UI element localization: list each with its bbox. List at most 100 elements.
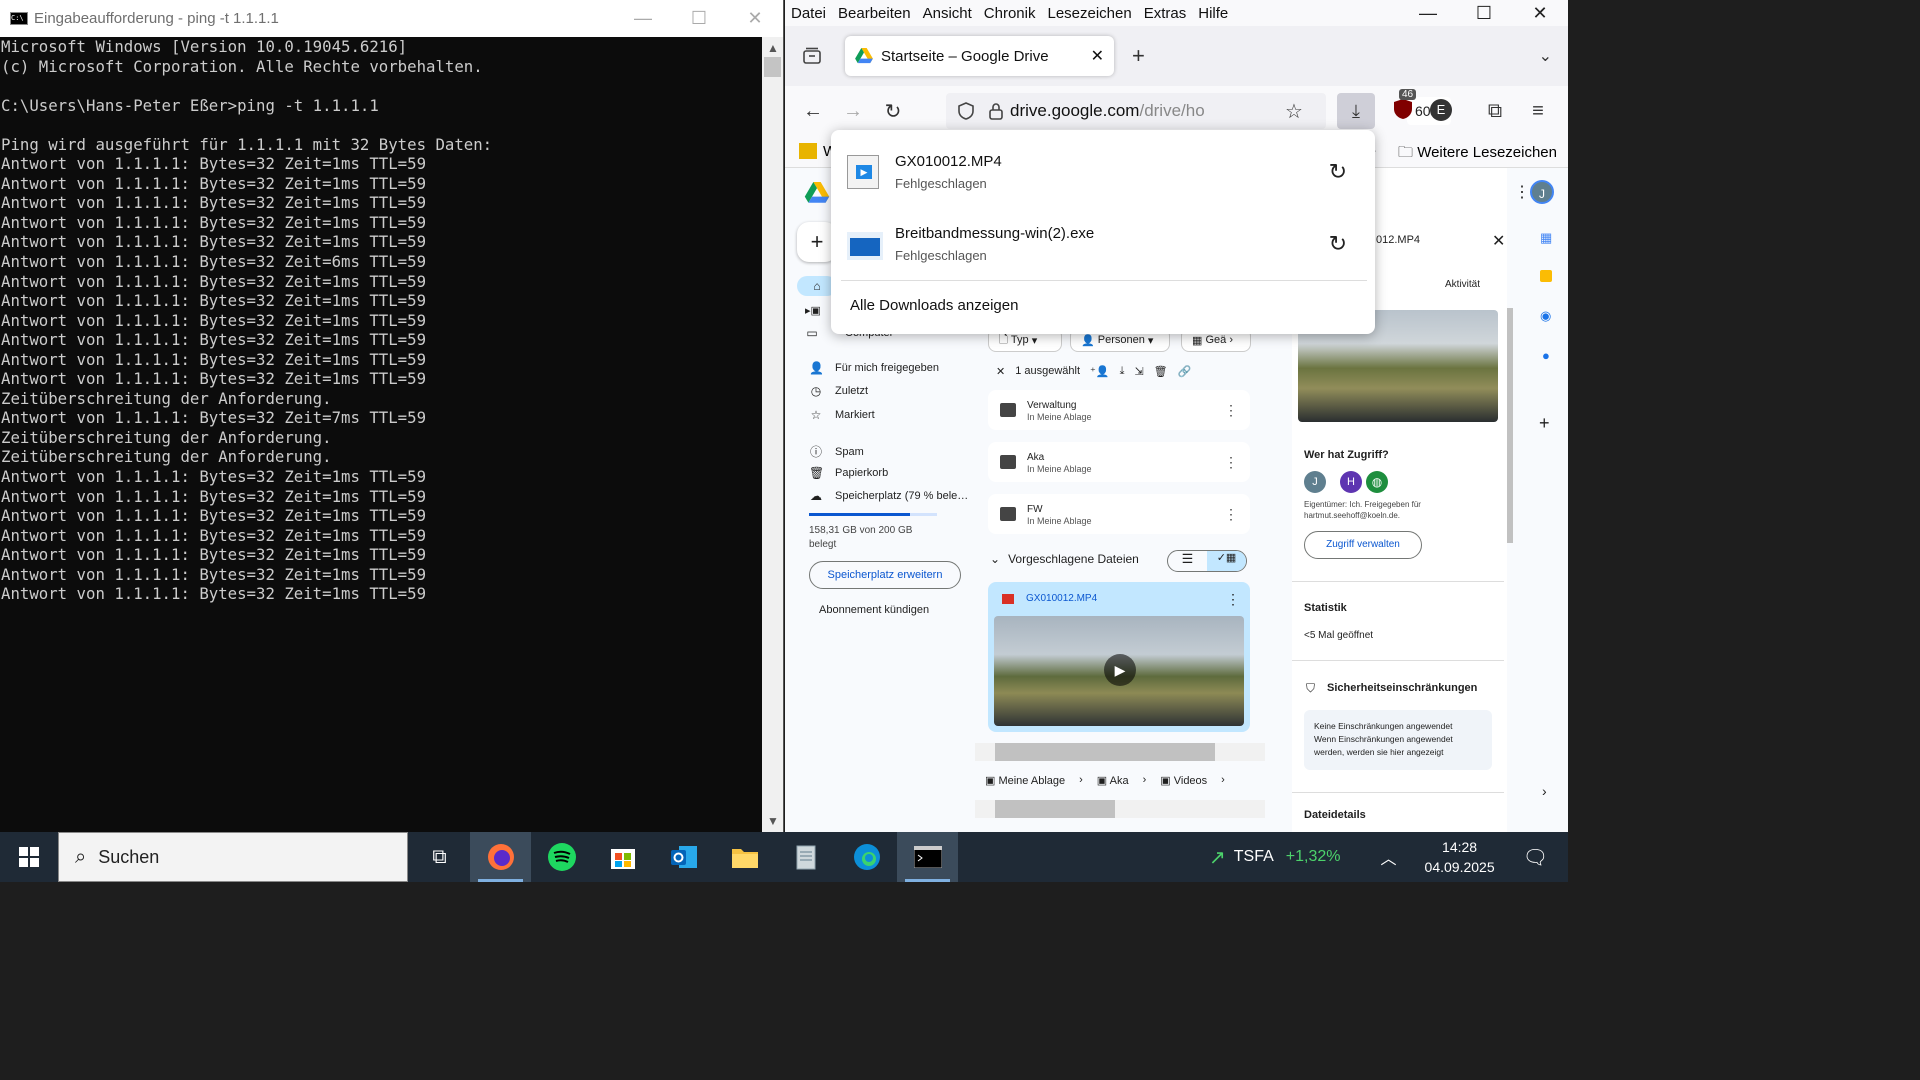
link-icon[interactable]: 🔗 xyxy=(1178,365,1192,378)
breadcrumb-item[interactable]: ▣ Aka xyxy=(1097,774,1129,787)
new-tab-button[interactable]: + xyxy=(1132,43,1145,69)
clear-selection-icon[interactable]: ✕ xyxy=(996,365,1005,378)
clock[interactable]: 14:28 04.09.2025 xyxy=(1425,837,1495,877)
more-options-icon[interactable]: ⋮ xyxy=(1224,454,1238,471)
tab-activity[interactable]: Aktivität xyxy=(1445,279,1480,290)
nav-storage[interactable]: ☁ Speicherplatz (79 % bele… xyxy=(809,489,968,503)
suggested-files-header[interactable]: ⌄ Vorgeschlagene Dateien xyxy=(990,552,1139,566)
grid-view-icon[interactable]: ✓▦ xyxy=(1207,551,1246,571)
downloads-button[interactable]: ⤓ xyxy=(1337,93,1375,129)
breadcrumb-item[interactable]: ▣ Meine Ablage xyxy=(985,774,1065,787)
stock-chart-icon[interactable]: ↗ xyxy=(1209,845,1226,870)
cmd-title-bar[interactable]: C:\ Eingabeaufforderung - ping -t 1.1.1.… xyxy=(0,0,783,37)
tab-overview-button[interactable] xyxy=(795,39,829,73)
url-bar[interactable]: drive.google.com/drive/ho 60% xyxy=(946,93,1451,129)
nav-recent[interactable]: ◷ Zuletzt xyxy=(809,384,868,398)
tab-google-drive[interactable]: Startseite – Google Drive ✕ xyxy=(845,36,1114,76)
add-addon-icon[interactable]: + xyxy=(1539,413,1550,434)
bookmark-star-icon[interactable]: ☆ xyxy=(1274,99,1314,124)
cmd-scrollbar[interactable]: ▲ ▼ xyxy=(762,37,783,832)
notification-icon[interactable]: 🗨 xyxy=(1523,845,1548,870)
other-bookmarks[interactable]: 🗀 Weitere Lesezeichen xyxy=(1398,142,1557,167)
nav-starred[interactable]: ☆ Markiert xyxy=(809,408,875,422)
account-avatar[interactable]: J xyxy=(1530,180,1554,204)
folder-card[interactable]: FW In Meine Ablage ⋮ xyxy=(988,494,1250,534)
maximize-button[interactable]: ☐ xyxy=(671,8,727,29)
nav-trash[interactable]: 🗑 Papierkorb xyxy=(809,466,888,480)
scroll-up-arrow-icon[interactable]: ▲ xyxy=(767,41,779,55)
edge-taskbar-button[interactable] xyxy=(836,832,897,882)
firefox-taskbar-button[interactable] xyxy=(470,832,531,882)
scroll-thumb[interactable] xyxy=(764,57,781,77)
keep-app-icon[interactable] xyxy=(1540,270,1552,282)
task-view-button[interactable]: ⧉ xyxy=(409,832,470,882)
horizontal-scrollbar[interactable] xyxy=(975,743,1265,761)
outlook-taskbar-button[interactable] xyxy=(653,832,714,882)
menu-ansicht[interactable]: Ansicht xyxy=(917,5,978,22)
menu-lesezeichen[interactable]: Lesezeichen xyxy=(1041,5,1137,22)
menu-extras[interactable]: Extras xyxy=(1138,5,1193,22)
chevron-down-icon[interactable]: ⌄ xyxy=(1539,46,1552,66)
drive-logo-icon[interactable] xyxy=(804,182,830,204)
stock-name[interactable]: TSFA xyxy=(1234,848,1274,866)
folder-card[interactable]: Aka In Meine Ablage ⋮ xyxy=(988,442,1250,482)
stock-change[interactable]: +1,32% xyxy=(1286,848,1341,866)
retry-icon[interactable]: ↻ xyxy=(1329,159,1347,185)
extensions-puzzle-icon[interactable]: ⧉ xyxy=(1475,100,1515,123)
shield-icon[interactable] xyxy=(956,101,976,121)
list-view-icon[interactable]: ☰ xyxy=(1168,551,1207,571)
manage-access-button[interactable]: Zugriff verwalten xyxy=(1304,531,1422,559)
minimize-button[interactable]: — xyxy=(615,8,671,29)
profile-avatar[interactable]: E xyxy=(1430,99,1452,121)
start-button[interactable] xyxy=(0,832,58,882)
cmd-taskbar-button[interactable] xyxy=(897,832,958,882)
hamburger-menu-icon[interactable]: ≡ xyxy=(1518,100,1558,123)
share-icon[interactable]: ⁺👤 xyxy=(1090,365,1110,378)
folder-card[interactable]: Verwaltung In Meine Ablage ⋮ xyxy=(988,390,1250,430)
lock-icon[interactable] xyxy=(988,101,1004,121)
cancel-subscription-link[interactable]: Abonnement kündigen xyxy=(819,604,929,616)
download-item[interactable]: Breitbandmessung-win(2).exe Fehlgeschlage… xyxy=(847,214,1367,274)
retry-icon[interactable]: ↻ xyxy=(1329,231,1347,257)
more-options-icon[interactable]: ⋮ xyxy=(1226,591,1240,608)
suggested-file-card[interactable]: GX010012.MP4 ⋮ ▶ xyxy=(988,582,1250,732)
view-toggle[interactable]: ☰ ✓▦ xyxy=(1167,550,1247,572)
close-button[interactable]: ✕ xyxy=(1512,3,1568,24)
store-taskbar-button[interactable] xyxy=(592,832,653,882)
access-avatar[interactable]: J xyxy=(1304,471,1326,493)
tasks-app-icon[interactable]: ◉ xyxy=(1540,308,1551,324)
reload-button[interactable]: ↻ xyxy=(873,99,913,124)
spotify-taskbar-button[interactable] xyxy=(531,832,592,882)
breadcrumb-item[interactable]: ▣ Videos xyxy=(1160,774,1207,787)
menu-chronik[interactable]: Chronik xyxy=(978,5,1042,22)
menu-datei[interactable]: Datei xyxy=(785,5,832,22)
firefox-window[interactable]: Datei Bearbeiten Ansicht Chronik Lesezei… xyxy=(785,0,1568,832)
expand-panel-icon[interactable]: › xyxy=(1542,783,1547,799)
chevron-up-icon[interactable]: ︿ xyxy=(1381,845,1397,869)
globe-icon[interactable]: ◍ xyxy=(1366,471,1388,493)
download-icon[interactable]: ⤓ xyxy=(1120,365,1125,378)
explorer-taskbar-button[interactable] xyxy=(714,832,775,882)
nav-spam[interactable]: ⓘ Spam xyxy=(809,443,864,460)
minimize-button[interactable]: — xyxy=(1400,3,1456,24)
horizontal-scrollbar[interactable] xyxy=(975,800,1265,818)
menu-bearbeiten[interactable]: Bearbeiten xyxy=(832,5,917,22)
notepad-taskbar-button[interactable] xyxy=(775,832,836,882)
storage-expand-button[interactable]: Speicherplatz erweitern xyxy=(809,561,961,589)
access-avatar[interactable]: H xyxy=(1340,471,1362,493)
more-options-icon[interactable]: ⋮ xyxy=(1224,506,1238,523)
more-options-icon[interactable]: ⋮ xyxy=(1224,402,1238,419)
scroll-thumb[interactable] xyxy=(995,743,1215,761)
nav-shared[interactable]: 👤 Für mich freigegeben xyxy=(809,361,939,375)
taskbar-search-box[interactable]: ⌕ Suchen xyxy=(58,832,408,882)
scroll-thumb[interactable] xyxy=(995,800,1115,818)
cmd-output[interactable]: Microsoft Windows [Version 10.0.19045.62… xyxy=(0,37,762,832)
move-icon[interactable]: ⇲ xyxy=(1134,365,1143,378)
download-item[interactable]: ▶ GX010012.MP4 Fehlgeschlagen ↻ xyxy=(847,142,1367,202)
maximize-button[interactable]: ☐ xyxy=(1456,3,1512,24)
contacts-app-icon[interactable]: ● xyxy=(1542,348,1550,363)
play-icon[interactable]: ▶ xyxy=(1104,654,1136,686)
close-details-icon[interactable]: ✕ xyxy=(1492,231,1505,251)
tab-close-icon[interactable]: ✕ xyxy=(1091,46,1104,66)
forward-button[interactable]: → xyxy=(833,100,873,123)
